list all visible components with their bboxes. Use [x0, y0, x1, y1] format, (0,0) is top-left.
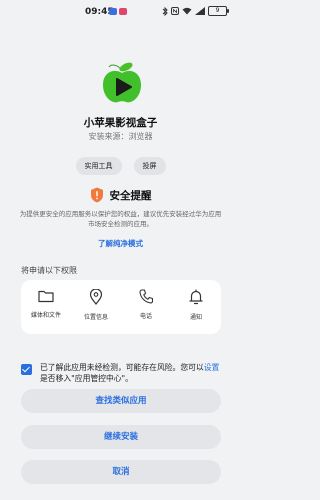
find-similar-apps-button[interactable]: 查找类似应用 [21, 389, 221, 413]
security-title: 安全提醒 [109, 189, 152, 202]
battery-icon: 9 [208, 6, 229, 16]
nfc-icon [171, 7, 179, 15]
wifi-icon [182, 7, 192, 15]
app-name: 小苹果影视盒子 [83, 117, 158, 129]
permission-label: 媒体和文件 [30, 312, 61, 319]
pure-mode-link[interactable]: 了解纯净模式 [0, 238, 241, 249]
tag-cast: 投屏 [133, 157, 166, 175]
app-tags: 实用工具 投屏 [0, 157, 241, 175]
shield-warning-icon [90, 187, 103, 203]
app-icon [103, 62, 141, 103]
permissions-list: 媒体和文件 位置信息 电话 通知 [21, 289, 221, 321]
folder-icon [38, 290, 54, 303]
permissions-heading: 将申请以下权限 [21, 266, 77, 275]
system-icons: 9 [162, 6, 229, 16]
continue-install-button[interactable]: 继续安装 [21, 425, 221, 449]
consent-text: 已了解此应用未经检测，可能存在风险。您可以设置是否移入"应用管控中心"。 [40, 363, 220, 383]
permission-label: 通知 [189, 314, 202, 321]
permission-media-files: 媒体和文件 [22, 289, 70, 321]
permission-label: 电话 [139, 313, 152, 320]
signal-icon [195, 7, 205, 15]
install-source: 安装来源：浏览器 [0, 131, 241, 142]
phone-icon [139, 289, 153, 304]
install-source-label: 安装来源： [88, 132, 129, 141]
location-icon [89, 289, 103, 305]
notification-icon [109, 8, 117, 15]
permission-label: 位置信息 [83, 314, 108, 321]
security-header: 安全提醒 [0, 187, 241, 203]
permission-location: 位置信息 [72, 289, 120, 321]
consent-row: 已了解此应用未经检测，可能存在风险。您可以设置是否移入"应用管控中心"。 [21, 362, 223, 384]
install-source-value: 浏览器 [128, 132, 153, 141]
cancel-button[interactable]: 取消 [21, 460, 221, 484]
permission-phone: 电话 [122, 289, 170, 321]
settings-link[interactable]: 设置 [204, 363, 220, 372]
bell-icon [189, 289, 203, 305]
bluetooth-icon [162, 6, 168, 16]
consent-checkbox[interactable] [21, 364, 32, 375]
tag-utility: 实用工具 [75, 157, 122, 175]
status-bar: 09:45 9 [0, 0, 241, 22]
notification-icon [119, 8, 127, 15]
permission-notification: 通知 [172, 289, 220, 321]
security-description: 为提供更安全的应用服务以保护您的权益，建议优先安装经过华为应用市场安全检测的应用… [19, 210, 222, 228]
